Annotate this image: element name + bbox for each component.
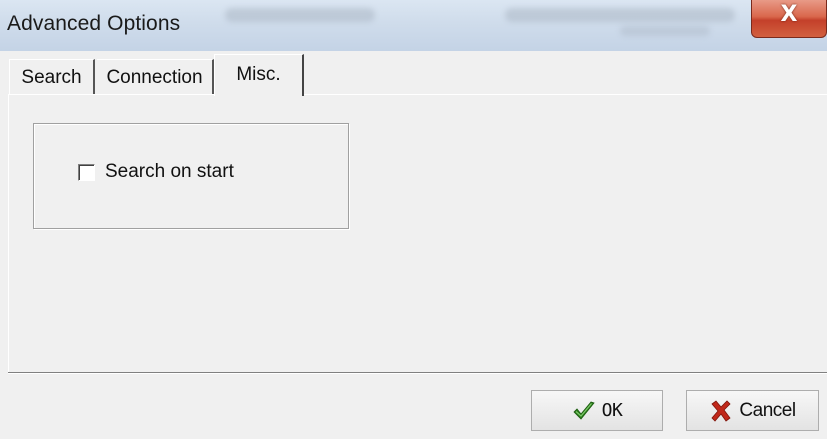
tab-search[interactable]: Search <box>9 59 95 94</box>
background-blur <box>225 8 375 22</box>
close-icon: X <box>780 2 798 27</box>
cancel-button-label: Cancel <box>739 399 796 421</box>
close-button[interactable]: X <box>751 0 827 38</box>
background-blur <box>620 26 710 36</box>
x-mark-icon <box>711 399 731 422</box>
tab-connection[interactable]: Connection <box>97 59 214 94</box>
search-on-start-label[interactable]: Search on start <box>105 161 234 183</box>
ok-button[interactable]: OK <box>531 390 663 431</box>
cancel-button[interactable]: Cancel <box>686 390 819 431</box>
checkmark-icon <box>573 401 595 420</box>
ok-button-label: OK <box>601 400 623 421</box>
advanced-options-dialog: Advanced Options X Search Connection Mis… <box>0 0 827 439</box>
tab-misc[interactable]: Misc. <box>214 54 304 96</box>
footer-separator <box>8 372 827 374</box>
background-blur <box>505 8 735 22</box>
window-title: Advanced Options <box>7 12 181 35</box>
search-on-start-checkbox[interactable] <box>78 164 95 181</box>
title-bar[interactable]: Advanced Options X <box>0 0 827 51</box>
